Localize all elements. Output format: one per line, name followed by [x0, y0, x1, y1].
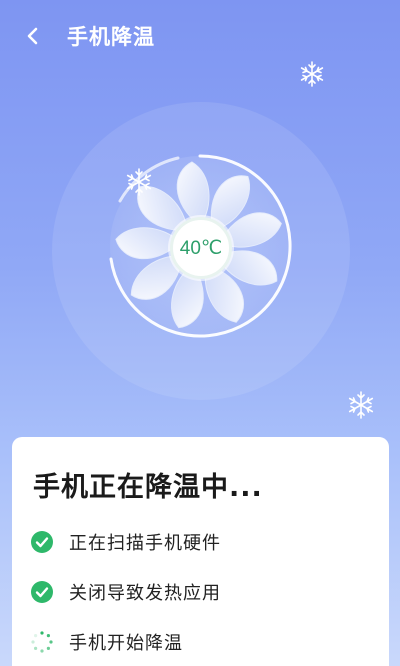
snowflake-icon	[348, 391, 374, 419]
step-item: 手机开始降温	[30, 628, 183, 656]
snowflake-icon	[126, 168, 152, 196]
snowflake-icon	[300, 61, 324, 87]
status-card: 手机正在降温中... 正在扫描手机硬件 关闭导致发热应用 手机开始降温	[12, 437, 389, 666]
chevron-left-icon	[27, 27, 38, 45]
header: 手机降温	[0, 0, 400, 76]
status-title: 手机正在降温中...	[33, 472, 263, 503]
cooling-screen: 手机降温 40℃ 手机正在降温中... 正在扫描手机硬件 关闭导致发热应用 手机…	[0, 0, 400, 666]
fan-illustration: 40℃	[0, 61, 400, 440]
page-title: 手机降温	[67, 25, 155, 49]
check-circle-icon	[30, 580, 54, 604]
step-label: 手机开始降温	[69, 633, 183, 654]
check-circle-icon	[30, 530, 54, 554]
step-label: 正在扫描手机硬件	[69, 533, 221, 554]
back-button[interactable]	[18, 22, 46, 50]
step-label: 关闭导致发热应用	[69, 583, 221, 604]
step-item: 正在扫描手机硬件	[30, 528, 221, 556]
step-item: 关闭导致发热应用	[30, 578, 221, 606]
spinner-icon	[30, 630, 54, 654]
temperature-badge: 40℃	[170, 217, 232, 279]
